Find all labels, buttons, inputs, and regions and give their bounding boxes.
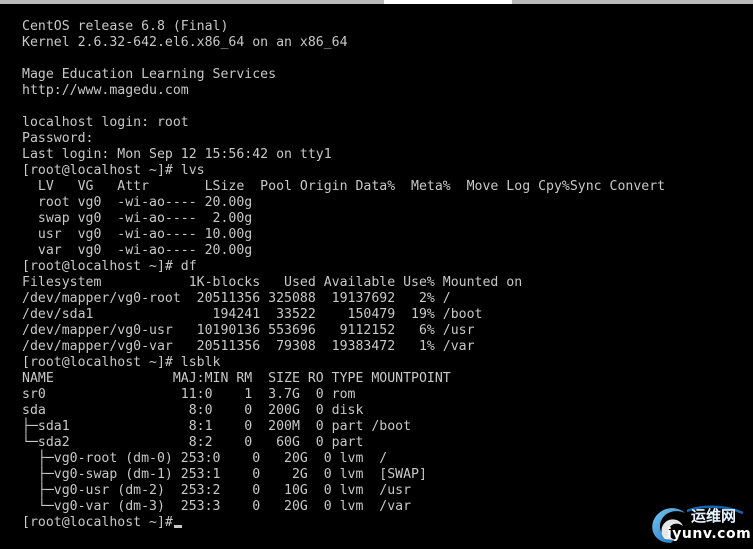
console-line: localhost login: root xyxy=(22,115,189,130)
console-line: └─vg0-var (dm-3) 253:3 0 20G 0 lvm /var xyxy=(22,499,412,514)
console-line: /dev/mapper/vg0-var 20511356 79308 19383… xyxy=(22,339,475,354)
console-line: Password: xyxy=(22,131,94,146)
console-output[interactable]: CentOS release 6.8 (Final) Kernel 2.6.32-… xyxy=(22,19,665,531)
console-line: Last login: Mon Sep 12 15:56:42 on tty1 xyxy=(22,147,332,162)
console-line: sr0 11:0 1 3.7G 0 rom xyxy=(22,387,356,402)
console-line: [root@localhost ~]# df xyxy=(22,259,197,274)
console-prompt: [root@localhost ~]# xyxy=(22,515,173,530)
text-cursor xyxy=(173,525,182,528)
console-prompt-line[interactable]: [root@localhost ~]# xyxy=(22,515,665,531)
console-line: root vg0 -wi-ao---- 20.00g xyxy=(22,195,253,210)
console-line: [root@localhost ~]# lvs xyxy=(22,163,205,178)
console-line: ├─vg0-swap (dm-1) 253:1 0 2G 0 lvm [SWAP… xyxy=(22,467,427,482)
site-watermark: 运维网 iyunv.com xyxy=(645,499,751,547)
console-line: ├─sda1 8:1 0 200M 0 part /boot xyxy=(22,419,412,434)
console-line: var vg0 -wi-ao---- 20.00g xyxy=(22,243,253,258)
console-line: └─sda2 8:2 0 60G 0 part xyxy=(22,435,364,450)
console-line: LV VG Attr LSize Pool Origin Data% Meta%… xyxy=(22,179,666,194)
watermark-site-text: iyunv.com xyxy=(667,526,752,542)
console-line: Kernel 2.6.32-642.el6.x86_64 on an x86_6… xyxy=(22,35,348,50)
console-line: sda 8:0 0 200G 0 disk xyxy=(22,403,364,418)
console-line: ├─vg0-usr (dm-2) 253:2 0 10G 0 lvm /usr xyxy=(22,483,412,498)
console-line: http://www.magedu.com xyxy=(22,83,189,98)
console-line: CentOS release 6.8 (Final) xyxy=(22,19,229,34)
watermark-chinese-text: 运维网 xyxy=(691,507,737,525)
console-line: NAME MAJ:MIN RM SIZE RO TYPE MOUNTPOINT xyxy=(22,371,451,386)
console-line: swap vg0 -wi-ao---- 2.00g xyxy=(22,211,253,226)
console-line: [root@localhost ~]# lsblk xyxy=(22,355,221,370)
console-line: /dev/sda1 194241 33522 150479 19% /boot xyxy=(22,307,483,322)
console-line: usr vg0 -wi-ao---- 10.00g xyxy=(22,227,253,242)
console-line: Filesystem 1K-blocks Used Available Use%… xyxy=(22,275,523,290)
window-tab-strip xyxy=(0,0,753,4)
active-tab-indicator[interactable] xyxy=(384,0,512,4)
terminal-screen[interactable]: CentOS release 6.8 (Final) Kernel 2.6.32-… xyxy=(0,0,753,549)
console-line: ├─vg0-root (dm-0) 253:0 0 20G 0 lvm / xyxy=(22,451,388,466)
console-line: Mage Education Learning Services xyxy=(22,67,277,82)
console-line: /dev/mapper/vg0-usr 10190136 553696 9112… xyxy=(22,323,475,338)
console-line: /dev/mapper/vg0-root 20511356 325088 191… xyxy=(22,291,451,306)
